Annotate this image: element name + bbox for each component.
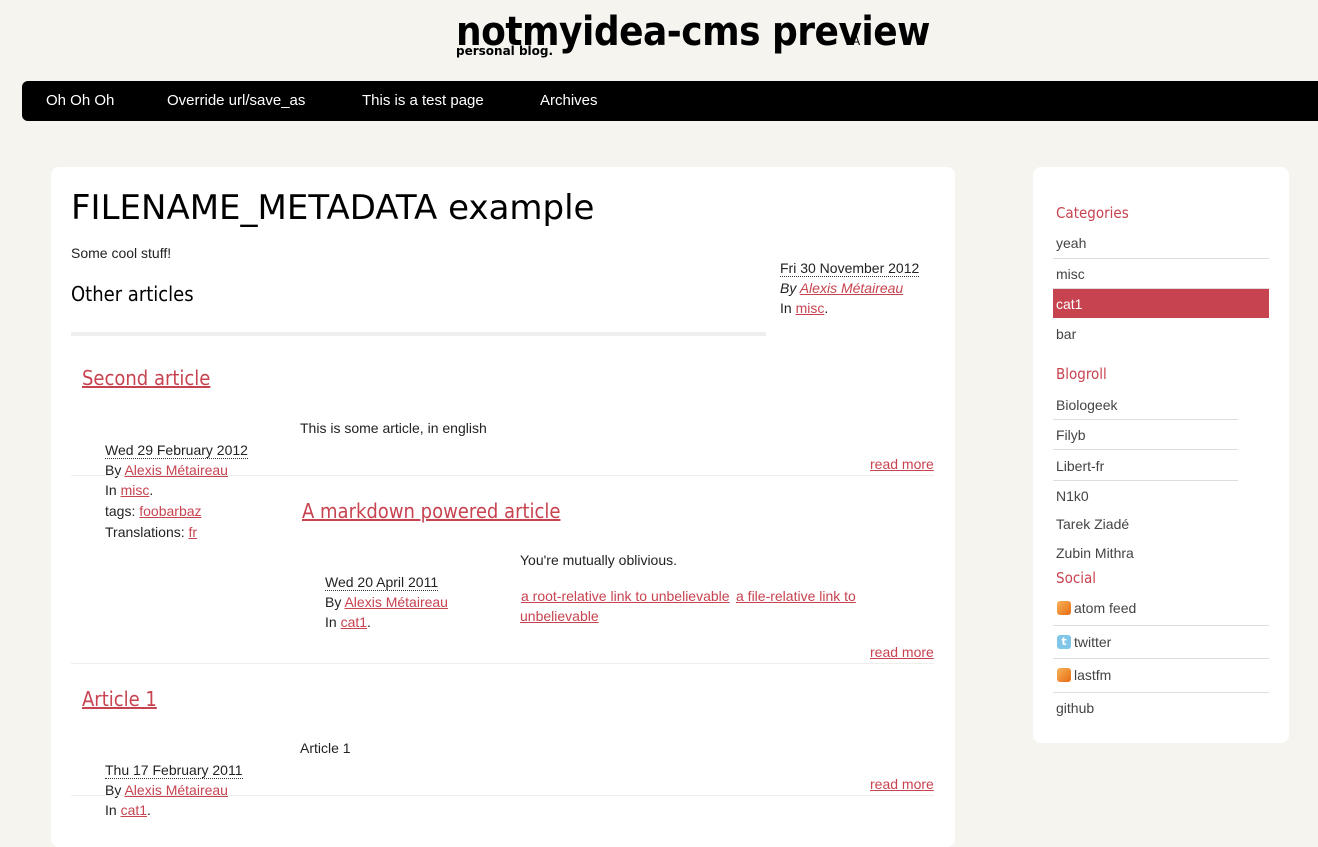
article-category-line: In cat1. (105, 802, 151, 818)
article-date: Thu 17 February 2011 (105, 762, 243, 779)
article-author-line: By Alexis Métaireau (325, 594, 448, 610)
post-category-line: In misc. (780, 300, 828, 316)
blogroll-item-n1k0[interactable]: N1k0 (1056, 488, 1089, 504)
rss-icon (1057, 668, 1071, 682)
category-item-misc[interactable]: misc (1056, 266, 1085, 282)
article-category-line: In misc. (105, 482, 153, 498)
social-item-github[interactable]: github (1056, 700, 1094, 716)
article-title-link[interactable]: Article 1 (82, 687, 157, 711)
divider (1053, 258, 1269, 259)
root-relative-link[interactable]: a root-relative link to unbelievable (521, 588, 730, 604)
category-item-bar[interactable]: bar (1056, 326, 1076, 342)
category-link[interactable]: cat1 (121, 802, 147, 818)
tag-link[interactable]: baz (179, 503, 202, 519)
article-summary: You're mutually oblivious. (520, 552, 678, 568)
translations-label: Translations: (105, 524, 185, 540)
blogroll-item-tarek-ziade[interactable]: Tarek Ziadé (1056, 516, 1129, 532)
blogroll-heading: Blogroll (1056, 365, 1107, 383)
author-link[interactable]: Alexis Métaireau (344, 594, 448, 610)
divider (1053, 449, 1238, 450)
category-item-cat1[interactable]: cat1 (1056, 296, 1082, 312)
article-summary: Some cool stuff! (71, 245, 172, 261)
in-label: In (105, 802, 117, 818)
post-author-line: By Alexis Métaireau (780, 280, 903, 296)
tag-link[interactable]: bar (159, 503, 179, 519)
in-label: In (780, 300, 792, 316)
blogroll-item-biologeek[interactable]: Biologeek (1056, 397, 1118, 413)
post-date: Fri 30 November 2012 (780, 260, 920, 277)
article-category-line: In cat1. (325, 614, 371, 630)
dot: . (147, 802, 151, 818)
read-more-link[interactable]: read more (870, 644, 934, 660)
author-link[interactable]: Alexis Métaireau (800, 280, 904, 296)
divider (71, 663, 934, 664)
category-item-yeah[interactable]: yeah (1056, 235, 1086, 251)
divider (71, 795, 934, 796)
article-date: Wed 29 February 2012 (105, 442, 248, 459)
twitter-icon: t (1057, 635, 1071, 649)
social-heading: Social (1056, 569, 1097, 587)
social-label[interactable]: lastfm (1074, 667, 1111, 683)
page-title: FILENAME_METADATA example (71, 188, 595, 228)
read-more-link[interactable]: read more (870, 776, 934, 792)
blogroll-item-libert-fr[interactable]: Libert-fr (1056, 458, 1104, 474)
category-link[interactable]: misc (796, 300, 825, 316)
category-link[interactable]: cat1 (341, 614, 367, 630)
nav-item-archives[interactable]: Archives (540, 81, 598, 121)
rss-icon (1057, 601, 1071, 615)
tag-link[interactable]: foo (139, 503, 158, 519)
main-nav: Oh Oh Oh Override url/save_as This is a … (22, 81, 1318, 121)
nav-item-test-page[interactable]: This is a test page (362, 81, 484, 121)
tagline-prefix: A (852, 34, 861, 48)
file-relative-link[interactable]: a file-relative link to (736, 588, 856, 604)
divider (1053, 692, 1269, 693)
blogroll-item-filyb[interactable]: Filyb (1056, 427, 1086, 443)
divider (71, 332, 766, 336)
category-link[interactable]: misc (121, 482, 150, 498)
dot: . (367, 614, 371, 630)
article-tags-line: tags: foobarbaz (105, 503, 202, 519)
in-label: In (105, 482, 117, 498)
translation-link[interactable]: fr (189, 524, 198, 540)
by-label: By (780, 280, 797, 296)
site-tagline: personal blog. (456, 44, 554, 58)
categories-heading: Categories (1056, 204, 1129, 222)
sidebar (1033, 167, 1289, 743)
article-translations-line: Translations: fr (105, 524, 197, 540)
dot: . (149, 482, 154, 498)
social-label[interactable]: atom feed (1074, 600, 1136, 616)
divider (1053, 625, 1269, 626)
article-title-link[interactable]: A markdown powered article (302, 499, 560, 523)
nav-item-override-url[interactable]: Override url/save_as (167, 81, 305, 121)
divider (1053, 419, 1238, 420)
tags-label: tags: (105, 503, 136, 519)
dot: . (824, 300, 829, 316)
file-relative-link-cont[interactable]: unbelievable (520, 608, 599, 624)
by-label: By (325, 594, 342, 610)
blogroll-item-zubin-mithra[interactable]: Zubin Mithra (1056, 545, 1134, 561)
nav-item-oh-oh-oh[interactable]: Oh Oh Oh (46, 81, 114, 121)
category-item-cat1-active[interactable]: cat1 (1053, 289, 1269, 318)
read-more-link[interactable]: read more (870, 456, 934, 472)
article-summary: Article 1 (300, 740, 351, 756)
other-articles-heading: Other articles (71, 282, 194, 306)
social-label[interactable]: twitter (1074, 634, 1111, 650)
divider (71, 475, 934, 476)
divider (1053, 658, 1269, 659)
article-summary: This is some article, in english (300, 420, 487, 436)
article-title-link[interactable]: Second article (82, 366, 210, 390)
article-date: Wed 20 April 2011 (325, 574, 439, 591)
divider (1053, 480, 1238, 481)
in-label: In (325, 614, 337, 630)
